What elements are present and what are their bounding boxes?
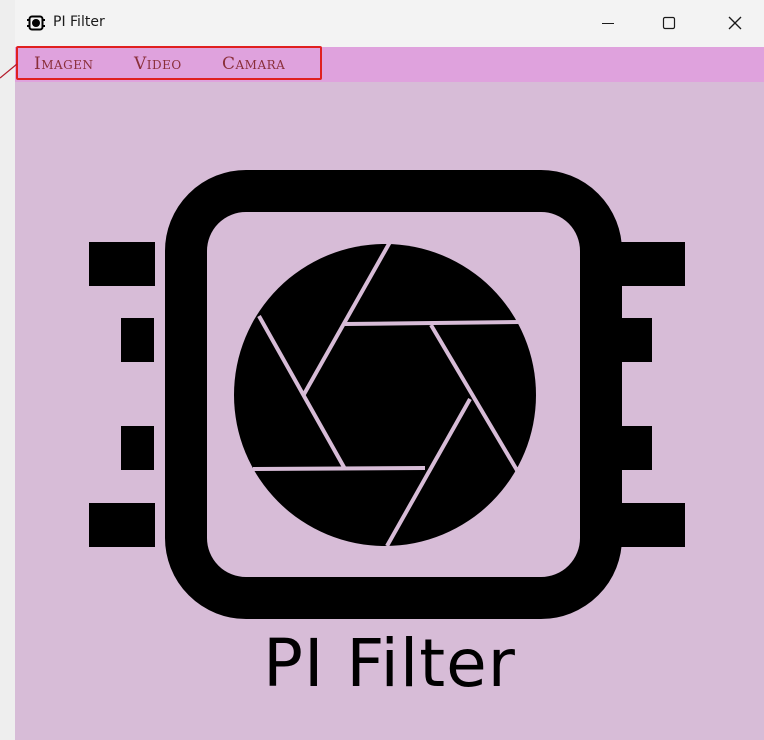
maximize-button[interactable] [640,0,698,47]
maximize-icon [662,16,676,30]
menu-highlight-box [16,46,322,80]
app-name-label: PI Filter [263,625,516,702]
main-content: PI Filter [15,82,764,740]
minimize-button[interactable] [579,0,637,47]
minimize-icon [602,23,614,24]
title-bar[interactable]: PI Filter [15,0,764,47]
camera-aperture-film-icon [89,170,685,619]
close-button[interactable] [706,0,764,47]
app-window: PI Filter Imagen Video Camara PI Filter [15,0,764,740]
callout-line [0,63,18,79]
window-title: PI Filter [53,14,105,30]
close-icon [728,16,742,30]
